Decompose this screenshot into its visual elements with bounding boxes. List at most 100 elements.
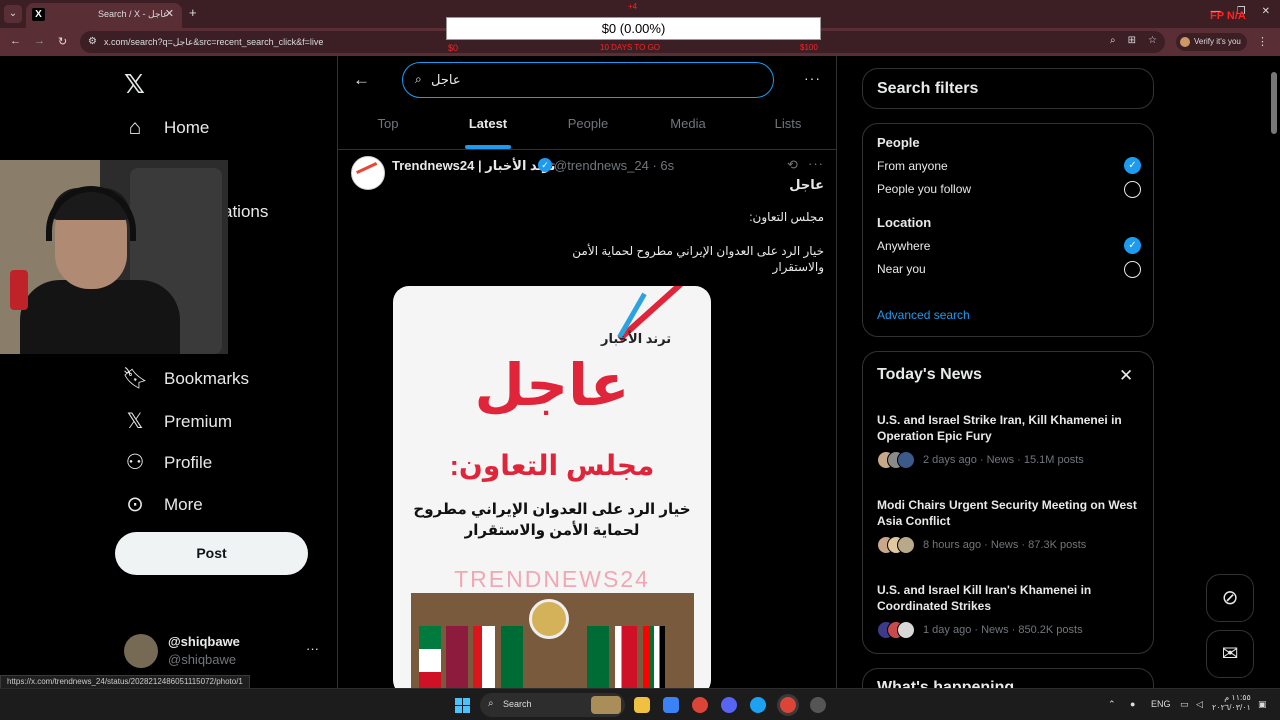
tweet-text-line: مجلس التعاون:	[749, 210, 824, 224]
verify-profile-button[interactable]: Verify it's you	[1176, 33, 1247, 51]
network-icon[interactable]: ▭	[1180, 699, 1189, 710]
windows-start-icon[interactable]	[455, 698, 471, 714]
nav-premium[interactable]: 𝕏 Premium	[122, 409, 232, 434]
radio-near-you[interactable]	[1124, 261, 1141, 278]
store-icon[interactable]	[663, 697, 679, 713]
chrome-icon[interactable]	[692, 697, 708, 713]
reload-icon[interactable]: ↻	[58, 35, 67, 48]
account-switcher[interactable]: @shiqbawe @shiqbawe ···	[124, 633, 324, 669]
nav-profile[interactable]: ⚇ Profile	[122, 450, 213, 475]
grok-button[interactable]: ⊘	[1206, 574, 1254, 622]
bookmark-star-icon[interactable]: ☆	[1148, 35, 1157, 46]
app-icon[interactable]	[810, 697, 826, 713]
tweet-avatar[interactable]	[351, 156, 385, 190]
filter-from-anyone[interactable]: From anyone	[877, 159, 948, 173]
news-item-meta: 2 days ago · News · 15.1M posts	[923, 454, 1084, 466]
tab-media[interactable]: Media	[638, 104, 738, 149]
tab-people[interactable]: People	[538, 104, 638, 149]
tweet-author-name[interactable]: Trendnews24 | ترند الأخبار	[392, 158, 555, 174]
tweet-image[interactable]: ترند الأخبار عاجل مجلس التعاون: خيار الر…	[393, 286, 711, 688]
tray-chevron-icon[interactable]: ⌃	[1108, 699, 1116, 710]
account-more-icon[interactable]: ···	[306, 641, 319, 656]
discord-icon[interactable]	[721, 697, 737, 713]
overlay-value-box: $0 (0.00%)	[446, 17, 821, 40]
more-circle-icon: ⊙	[126, 493, 144, 516]
grok-icon[interactable]: ⟲	[787, 157, 798, 173]
messenger-icon[interactable]	[750, 697, 766, 713]
image-brand: ترند الأخبار	[601, 331, 672, 346]
tab-lists[interactable]: Lists	[738, 104, 836, 149]
taskbar-search-label: Search	[503, 699, 532, 709]
image-photo	[411, 593, 694, 688]
nav-notifications-fragment[interactable]: ations	[223, 202, 268, 222]
tweet-handle[interactable]: @trendnews_24 · 6s	[554, 158, 674, 173]
news-item-meta: 1 day ago · News · 850.2K posts	[923, 624, 1083, 636]
radio-from-anyone[interactable]: ✓	[1124, 157, 1141, 174]
close-icon[interactable]: ✕	[1119, 366, 1133, 386]
site-info-icon[interactable]: ⚙	[88, 36, 97, 47]
file-explorer-icon[interactable]	[634, 697, 650, 713]
tab-close-icon[interactable]: ✕	[165, 7, 174, 20]
page-scrollbar[interactable]	[1268, 56, 1280, 688]
radio-people-you-follow[interactable]	[1124, 181, 1141, 198]
back-icon[interactable]: ←	[10, 35, 21, 47]
forward-icon[interactable]: →	[34, 35, 45, 47]
chrome-active-icon[interactable]	[780, 697, 796, 713]
filter-anywhere[interactable]: Anywhere	[877, 239, 930, 253]
radio-anywhere[interactable]: ✓	[1124, 237, 1141, 254]
mic-tray-icon[interactable]: ●	[1130, 699, 1135, 709]
webcam-overlay	[0, 160, 228, 354]
account-name: @shiqbawe	[168, 634, 240, 649]
messages-button[interactable]: ✉	[1206, 630, 1254, 678]
install-icon[interactable]: ⊞	[1128, 35, 1136, 46]
taskbar-search[interactable]: ⌕ Search	[480, 693, 625, 717]
todays-news-card: Today's News ✕ U.S. and Israel Strike Ir…	[862, 351, 1154, 654]
tweet-more-icon[interactable]: ···	[808, 156, 824, 171]
clock[interactable]: ١١:٥٥ م ٢٠٢٦/٠٣/٠١	[1212, 693, 1251, 713]
back-arrow-icon[interactable]: ←	[353, 70, 370, 90]
post-button[interactable]: Post	[115, 532, 308, 575]
left-sidebar: 𝕏 ⌂ Home ations 🔖︎ Bookmarks 𝕏 Premium ⚇…	[0, 56, 337, 688]
flag	[615, 626, 637, 688]
more-options-icon[interactable]: ···	[804, 70, 821, 86]
search-icon: ⌕	[415, 72, 422, 86]
browser-tab[interactable]: X Search / X - عاجل ✕	[26, 3, 182, 28]
scrollbar-thumb[interactable]	[1271, 72, 1277, 134]
news-item-meta: 8 hours ago · News · 87.3K posts	[923, 539, 1087, 551]
filter-people-you-follow[interactable]: People you follow	[877, 182, 971, 196]
nav-label: Home	[164, 118, 210, 137]
nav-more[interactable]: ⊙ More	[122, 492, 203, 517]
tweet-text-line: خيار الرد على العدوان الإيراني مطروح لحم…	[572, 244, 824, 274]
avatar	[897, 536, 915, 554]
new-tab-button[interactable]: +	[189, 5, 197, 20]
language-indicator[interactable]: ENG	[1151, 699, 1171, 709]
volume-icon[interactable]: ◁	[1196, 699, 1203, 710]
nav-bookmarks[interactable]: 🔖︎ Bookmarks	[122, 367, 249, 391]
close-window-button[interactable]: ✕	[1262, 6, 1270, 17]
browser-menu-icon[interactable]: ⋮	[1257, 35, 1268, 48]
notification-icon[interactable]: ▣	[1258, 699, 1267, 710]
tweet-text-line: عاجل	[789, 177, 824, 192]
filter-near-you[interactable]: Near you	[877, 262, 926, 276]
tweet[interactable]: Trendnews24 | ترند الأخبار ✓ @trendnews_…	[338, 151, 836, 688]
webcam-person-body	[20, 280, 180, 354]
search-value: عاجل	[431, 72, 461, 87]
x-logo-icon[interactable]: 𝕏	[124, 69, 145, 100]
search-input[interactable]: ⌕ عاجل	[402, 62, 774, 98]
image-watermark: TRENDNEWS24	[454, 566, 650, 592]
overlay-top-label: +4	[628, 2, 638, 11]
news-avatars	[877, 536, 917, 554]
tab-top[interactable]: Top	[338, 104, 438, 149]
microphone-icon	[10, 270, 28, 310]
nav-home[interactable]: ⌂ Home	[122, 116, 210, 140]
tab-latest[interactable]: Latest	[438, 104, 538, 149]
nav-label: Bookmarks	[164, 369, 250, 388]
emblem	[529, 599, 569, 639]
zoom-icon[interactable]: ⌕	[1110, 35, 1116, 46]
advanced-search-link[interactable]: Advanced search	[877, 308, 970, 322]
news-item-title[interactable]: Modi Chairs Urgent Security Meeting on W…	[877, 497, 1143, 529]
tab-search-button[interactable]: ⌄	[4, 5, 22, 23]
news-item-title[interactable]: U.S. and Israel Kill Iran's Khamenei in …	[877, 582, 1143, 614]
news-item-title[interactable]: U.S. and Israel Strike Iran, Kill Khamen…	[877, 412, 1143, 444]
home-icon: ⌂	[128, 116, 142, 139]
